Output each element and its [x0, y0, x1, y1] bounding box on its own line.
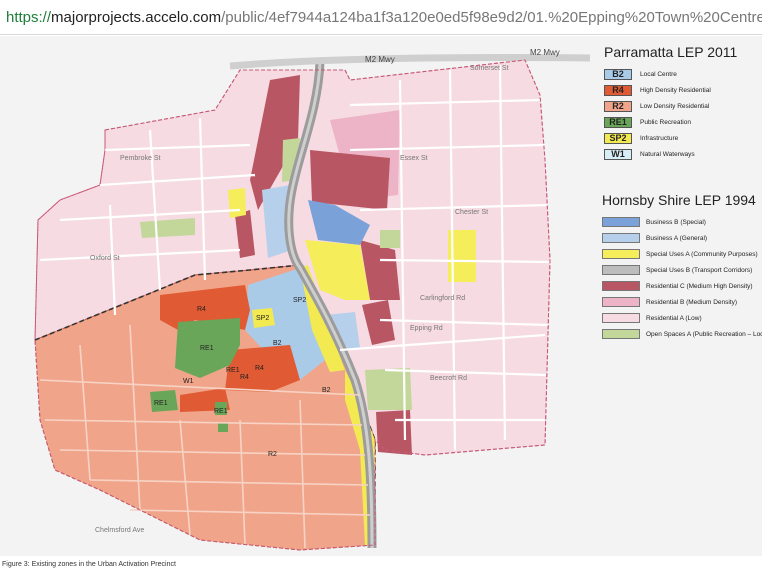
legend-code-swatch: R4 [604, 84, 632, 96]
parramatta-legend-list: B2 Local Centre R4 High Density Residential… [604, 66, 737, 162]
hornsby-legend-item: Residential C (Medium High Density) [602, 278, 762, 294]
hornsby-legend-title: Hornsby Shire LEP 1994 [602, 192, 756, 208]
url-path: /public/4ef7944a124ba1f3a120e0ed5f98e9d2… [221, 8, 762, 26]
zoning-map: M2 Mwy M2 Mwy Somerset St Essex St Chest… [0, 36, 762, 556]
legend-color-swatch [602, 233, 640, 243]
hornsby-legend-item: Open Spaces A (Public Recreation – Local… [602, 326, 762, 342]
legend-label: Special Uses A (Community Purposes) [646, 250, 758, 258]
url-scheme: https:// [6, 8, 52, 26]
legend-color-swatch [602, 249, 640, 259]
url-host: majorprojects.accelo.com [51, 8, 222, 26]
zone-label-sp2: SP2 [293, 297, 306, 304]
parramatta-legend-title: Parramatta LEP 2011 [604, 44, 738, 60]
road-label: Somerset St [470, 65, 509, 72]
zone-label-re1: RE1 [214, 408, 228, 415]
residential-c-block-1 [310, 150, 390, 210]
legend-color-swatch [602, 297, 640, 307]
legend-label: Public Recreation [640, 118, 691, 126]
parramatta-legend-item: W1 Natural Waterways [604, 146, 737, 162]
road-label: Essex St [400, 155, 428, 162]
road-label: Pembroke St [120, 155, 161, 162]
legend-label: Residential A (Low) [646, 314, 702, 322]
legend-label: Low Density Residential [640, 102, 710, 110]
legend-label: Open Spaces A (Public Recreation – Local… [646, 330, 762, 338]
legend-code-swatch: B2 [604, 68, 632, 80]
zone-label-re1: RE1 [226, 367, 240, 374]
residential-c-block-6 [376, 410, 412, 455]
legend-color-swatch [602, 329, 640, 339]
url-text[interactable]: https://majorprojects.accelo.com/public/… [0, 9, 762, 26]
parramatta-legend-item: R2 Low Density Residential [604, 98, 737, 114]
legend-code-swatch: RE1 [604, 116, 632, 128]
legend-code-swatch: SP2 [604, 132, 632, 144]
road-label: Oxford St [90, 255, 120, 262]
zone-label-r4: R4 [255, 365, 264, 372]
legend-code-swatch: R2 [604, 100, 632, 112]
legend-label: Natural Waterways [640, 150, 695, 158]
hornsby-legend-item: Residential A (Low) [602, 310, 762, 326]
legend-label: Business A (General) [646, 234, 708, 242]
road-label: Epping Rd [410, 325, 443, 332]
zone-label-re1: RE1 [154, 400, 168, 407]
legend-label: Special Uses B (Transport Corridors) [646, 266, 753, 274]
hornsby-legend-item: Residential B (Medium Density) [602, 294, 762, 310]
legend-color-swatch [602, 313, 640, 323]
road-label: Chelmsford Ave [95, 527, 144, 534]
hornsby-legend-list: Business B (Special) Business A (General)… [602, 214, 762, 342]
parramatta-legend-item: SP2 Infrastructure [604, 130, 737, 146]
zone-label-r2: R2 [268, 451, 277, 458]
zone-label-w1: W1 [183, 378, 194, 385]
hornsby-legend-item: Special Uses A (Community Purposes) [602, 246, 762, 262]
address-bar[interactable]: https://majorprojects.accelo.com/public/… [0, 0, 762, 35]
road-label: Beecroft Rd [430, 375, 467, 382]
zone-label-re1: RE1 [200, 345, 214, 352]
parramatta-legend-item: RE1 Public Recreation [604, 114, 737, 130]
legend-color-swatch [602, 265, 640, 275]
zone-label-r4: R4 [240, 374, 249, 381]
legend-label: Business B (Special) [646, 218, 706, 226]
legend-color-swatch [602, 281, 640, 291]
road-label: Carlingford Rd [420, 295, 465, 302]
zone-label-b2: B2 [322, 387, 331, 394]
hornsby-legend-item: Business B (Special) [602, 214, 762, 230]
legend-label: Infrastructure [640, 134, 679, 142]
zone-label-r4: R4 [197, 306, 206, 313]
road-label: Chester St [455, 209, 488, 216]
legend-code-swatch: W1 [604, 148, 632, 160]
zone-label-sp2: SP2 [256, 315, 269, 322]
legend-label: High Density Residential [640, 86, 711, 94]
legend-color-swatch [602, 217, 640, 227]
figure-caption: Figure 3: Existing zones in the Urban Ac… [2, 561, 176, 568]
hornsby-legend: Hornsby Shire LEP 1994 Business B (Speci… [602, 192, 762, 342]
legend-label: Residential C (Medium High Density) [646, 282, 753, 290]
hornsby-legend-item: Business A (General) [602, 230, 762, 246]
motorway-label: M2 Mwy [530, 48, 560, 57]
open-space-4 [380, 230, 400, 248]
parramatta-legend-item: B2 Local Centre [604, 66, 737, 82]
parramatta-legend-item: R4 High Density Residential [604, 82, 737, 98]
legend-label: Residential B (Medium Density) [646, 298, 738, 306]
hornsby-legend-item: Special Uses B (Transport Corridors) [602, 262, 762, 278]
motorway-label: M2 Mwy [365, 55, 395, 64]
parramatta-legend: Parramatta LEP 2011 B2 Local Centre R4 High… [604, 44, 737, 162]
legend-label: Local Centre [640, 70, 677, 78]
zone-label-b2: B2 [273, 340, 282, 347]
special-uses-a-zone-3 [228, 188, 246, 218]
